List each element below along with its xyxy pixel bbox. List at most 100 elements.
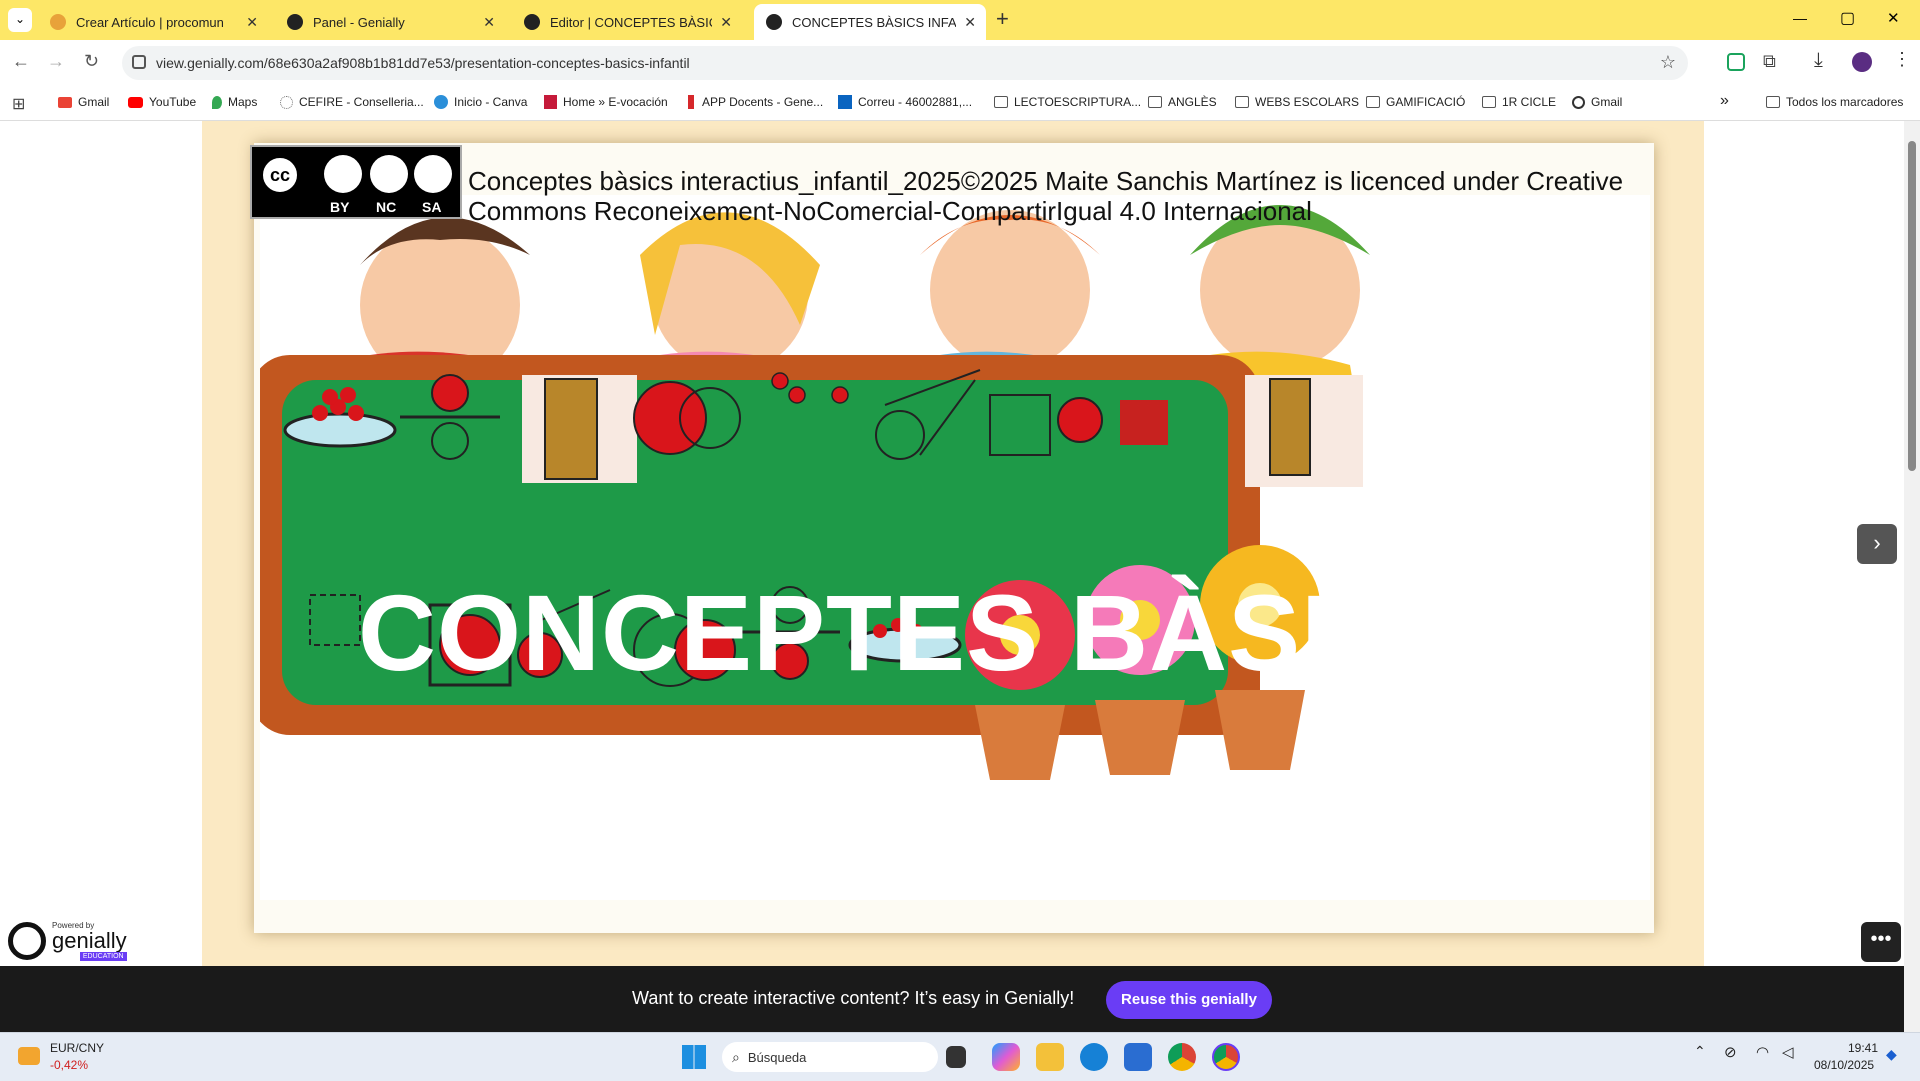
ticker-name[interactable]: EUR/CNY: [50, 1041, 104, 1055]
bookmark-gmail-2[interactable]: Gmail: [1572, 95, 1622, 109]
tab-title: CONCEPTES BÀSICS INFANTIL |: [792, 14, 957, 30]
clock-date[interactable]: 08/10/2025: [1814, 1058, 1874, 1072]
taskbar-search[interactable]: ⌕ Búsqueda: [722, 1042, 938, 1072]
bookmark-canva[interactable]: Inicio - Canva: [434, 95, 527, 109]
windows-taskbar: EUR/CNY -0,42% ⌕ Búsqueda ⌃ ⊘ ◠ ◁ 19:41 …: [0, 1032, 1920, 1081]
nc-icon: [370, 155, 408, 193]
extension-icon[interactable]: [1727, 53, 1745, 71]
reuse-genially-button[interactable]: Reuse this genially: [1106, 981, 1272, 1019]
bookmark-lectoescriptura[interactable]: LECTOESCRIPTURA...: [994, 95, 1141, 109]
bookmark-label: GAMIFICACIÓ: [1386, 95, 1466, 109]
chrome-icon[interactable]: [1168, 1043, 1196, 1071]
chrome-profile-icon[interactable]: [1212, 1043, 1240, 1071]
bookmark-gmail[interactable]: Gmail: [58, 95, 109, 109]
apps-grid-icon[interactable]: ⊞: [12, 94, 25, 114]
bookmark-webs-escolars[interactable]: WEBS ESCOLARS: [1235, 95, 1359, 109]
bookmark-label: Maps: [228, 95, 258, 109]
volume-icon[interactable]: ◁: [1782, 1043, 1794, 1061]
genially-icon: [287, 14, 303, 30]
copilot-icon[interactable]: [992, 1043, 1020, 1071]
search-placeholder: Búsqueda: [747, 1049, 807, 1065]
minimize-button[interactable]: —: [1793, 10, 1807, 26]
tab-crear-articulo[interactable]: Crear Artículo | procomun ✕: [38, 4, 268, 40]
tab-title: Crear Artículo | procomun: [76, 14, 224, 30]
reuse-banner: Want to create interactive content? It’s…: [0, 966, 1904, 1032]
close-icon[interactable]: ✕: [246, 14, 258, 31]
tab-title: Editor | CONCEPTES BÀSICS INF: [550, 14, 712, 30]
license-text: Conceptes bàsics interactius_infantil_20…: [468, 166, 1624, 226]
tab-panel-genially[interactable]: Panel - Genially ✕: [275, 4, 505, 40]
maps-icon: [212, 95, 222, 109]
kids-chalkboard-illustration: [260, 205, 1370, 780]
slide-illustration: [260, 195, 1650, 900]
clock-time[interactable]: 19:41: [1848, 1041, 1878, 1055]
cc-label-nc: NC: [376, 199, 397, 215]
bookmark-evocacion[interactable]: Home » E-vocación: [544, 95, 668, 109]
sa-icon: [414, 155, 452, 193]
gmail-icon: [58, 96, 72, 108]
outlook-icon: [838, 95, 852, 109]
cc-label-by: BY: [330, 199, 350, 215]
bookmarks-overflow-button[interactable]: »: [1720, 92, 1729, 110]
bookmark-label: Inicio - Canva: [454, 95, 528, 109]
extensions-puzzle-icon[interactable]: ⧉: [1763, 51, 1776, 72]
chevron-up-icon[interactable]: ⌃: [1694, 1043, 1706, 1060]
download-icon[interactable]: ⤓: [1814, 49, 1823, 72]
all-bookmarks[interactable]: Todos los marcadores: [1766, 95, 1903, 109]
flower-pot: [975, 705, 1065, 780]
reload-icon[interactable]: ↻: [84, 51, 99, 72]
vertical-scrollbar[interactable]: [1904, 121, 1920, 1032]
bookmark-1r-cicle[interactable]: 1R CICLE: [1482, 95, 1556, 109]
bookmark-youtube[interactable]: YouTube: [128, 95, 196, 109]
bookmark-correu[interactable]: Correu - 46002881,...: [838, 95, 972, 109]
tab-conceptes-basics[interactable]: CONCEPTES BÀSICS INFANTIL | ✕: [754, 4, 986, 40]
close-icon[interactable]: ✕: [483, 14, 495, 31]
redhead-girl-head: [930, 210, 1090, 370]
cc-icon: cc: [260, 155, 300, 195]
bookmark-app-docents[interactable]: APP Docents - Gene...: [688, 95, 823, 109]
profile-avatar[interactable]: [1852, 52, 1872, 72]
bookmark-label: YouTube: [149, 95, 197, 109]
more-options-button[interactable]: •••: [1861, 922, 1901, 962]
menu-kebab-icon[interactable]: ⋮: [1893, 49, 1911, 70]
bookmark-star-icon[interactable]: ☆: [1660, 52, 1676, 73]
tab-editor[interactable]: Editor | CONCEPTES BÀSICS INF ✕: [512, 4, 742, 40]
tab-strip: ⌄ Crear Artículo | procomun ✕ Panel - Ge…: [0, 0, 1920, 40]
maximize-button[interactable]: ▢: [1840, 8, 1855, 28]
evocacion-icon: [544, 95, 557, 109]
scrollbar-thumb[interactable]: [1908, 141, 1916, 471]
close-icon[interactable]: ✕: [720, 14, 732, 31]
wifi-icon[interactable]: ◠: [1756, 1043, 1769, 1061]
network-off-icon[interactable]: ⊘: [1724, 1043, 1737, 1061]
back-icon[interactable]: ←: [12, 51, 30, 72]
genially-icon: [524, 14, 540, 30]
slide-title: CONCEPTES BÀSICS: [358, 572, 1485, 693]
close-icon[interactable]: ✕: [964, 14, 976, 31]
folder-icon: [1148, 96, 1162, 108]
edge-icon[interactable]: [1080, 1043, 1108, 1071]
next-slide-button[interactable]: ›: [1857, 524, 1897, 564]
new-tab-button[interactable]: +: [996, 6, 1009, 32]
gva-icon: [688, 95, 694, 109]
site-info-icon[interactable]: [132, 55, 146, 69]
tab-search-button[interactable]: ⌄: [8, 8, 32, 32]
close-window-button[interactable]: ✕: [1887, 9, 1900, 27]
bookmark-gamificacio[interactable]: GAMIFICACIÓ: [1366, 95, 1465, 109]
bookmark-maps[interactable]: Maps: [212, 95, 257, 109]
procomun-icon: [50, 14, 66, 30]
bookmark-cefire[interactable]: CEFIRE - Conselleria...: [280, 95, 424, 109]
windows-start-icon[interactable]: [682, 1045, 706, 1069]
creative-commons-badge[interactable]: cc BY NC SA: [250, 145, 462, 219]
file-explorer-icon[interactable]: [1036, 1043, 1064, 1071]
address-bar[interactable]: view.genially.com/68e630a2af908b1b81dd7e…: [122, 46, 1688, 80]
globe-icon: [280, 95, 293, 109]
store-icon[interactable]: [1124, 1043, 1152, 1071]
bookmark-label: Gmail: [1591, 95, 1623, 109]
genially-logo[interactable]: Powered by genially EDUCATION: [8, 920, 127, 962]
bookmark-angles[interactable]: ANGLÈS: [1148, 95, 1217, 109]
weather-widget-icon[interactable]: [18, 1047, 40, 1065]
notification-bell-icon[interactable]: ◆: [1886, 1046, 1897, 1063]
forward-icon[interactable]: →: [47, 51, 65, 72]
task-view-icon[interactable]: [946, 1046, 966, 1068]
bookmark-label: Home » E-vocación: [563, 95, 668, 109]
